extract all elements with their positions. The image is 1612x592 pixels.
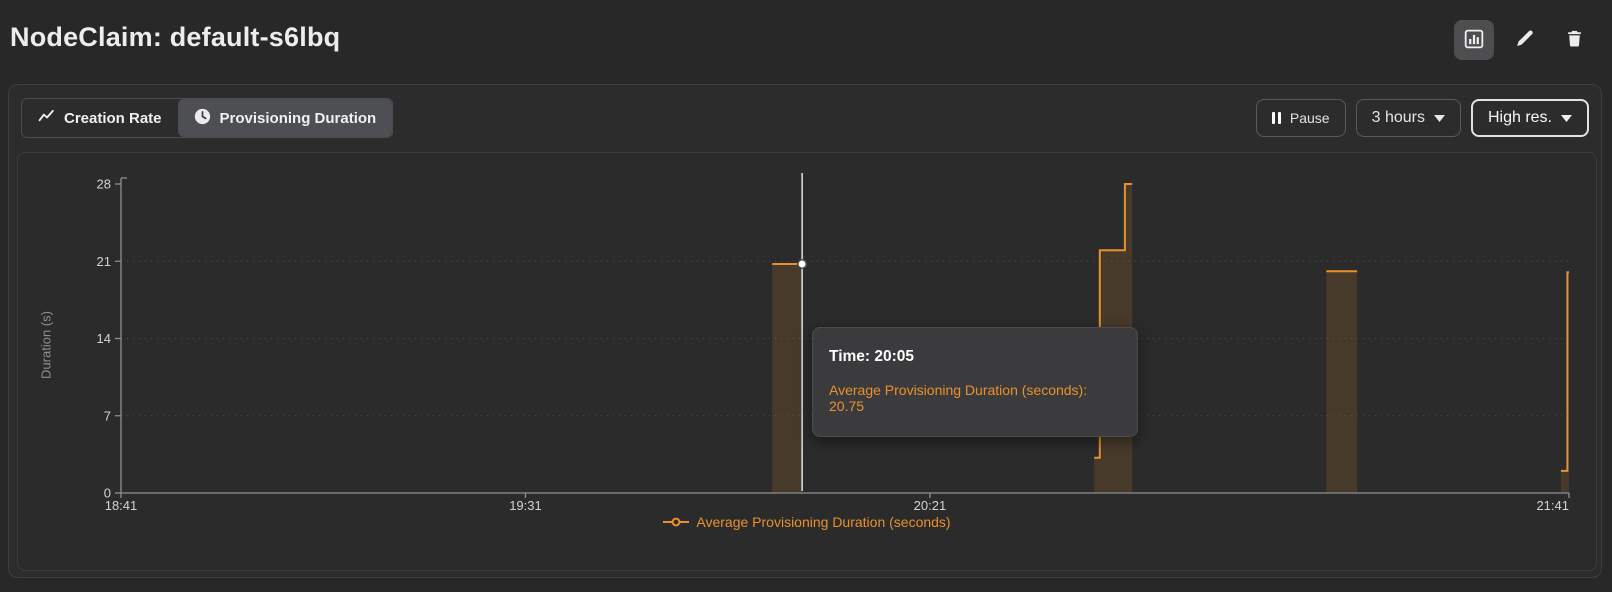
line-chart-icon <box>38 108 55 129</box>
trash-icon <box>1565 29 1584 51</box>
delete-button[interactable] <box>1554 20 1594 60</box>
y-axis-tick-label: 14 <box>97 331 111 346</box>
resolution-value: High res. <box>1488 109 1552 127</box>
tab-label: Creation Rate <box>64 110 162 127</box>
provisioning-duration-chart[interactable]: 0714212818:4119:3120:2121:41 <box>18 153 1596 570</box>
pencil-icon <box>1514 29 1534 52</box>
header-actions <box>1454 20 1594 60</box>
clock-icon <box>194 108 211 129</box>
legend-marker-icon <box>663 514 689 530</box>
y-axis-tick-label: 28 <box>97 177 111 192</box>
page-header: NodeClaim: default-s6lbq <box>0 0 1612 84</box>
x-axis-tick-label: 21:41 <box>1536 498 1569 513</box>
chevron-down-icon <box>1434 109 1445 127</box>
series-line <box>1561 272 1569 471</box>
resolution-select[interactable]: High res. <box>1471 99 1589 137</box>
chart-area[interactable]: 0714212818:4119:3120:2121:41 Duration (s… <box>17 152 1597 571</box>
time-range-value: 3 hours <box>1372 109 1425 127</box>
y-axis-title: Duration (s) <box>39 311 54 379</box>
bar-chart-icon <box>1464 29 1484 52</box>
chart-view-button[interactable] <box>1454 20 1494 60</box>
pause-icon <box>1272 112 1281 124</box>
legend-label: Average Provisioning Duration (seconds) <box>696 514 950 530</box>
pause-button[interactable]: Pause <box>1256 99 1346 137</box>
chart-toolbar: Creation Rate Provisioning Duration Paus… <box>9 85 1601 151</box>
tab-label: Provisioning Duration <box>220 110 377 127</box>
x-axis-tick-label: 19:31 <box>509 498 542 513</box>
y-axis-tick-label: 7 <box>104 408 111 423</box>
chart-legend[interactable]: Average Provisioning Duration (seconds) <box>18 514 1596 530</box>
tooltip-series-value: Average Provisioning Duration (seconds):… <box>829 382 1121 414</box>
hover-point-marker <box>798 260 806 268</box>
chart-tooltip: Time: 20:05 Average Provisioning Duratio… <box>812 327 1138 437</box>
tooltip-time: Time: 20:05 <box>829 348 1121 366</box>
tab-creation-rate[interactable]: Creation Rate <box>22 99 178 137</box>
chevron-down-icon <box>1561 109 1572 127</box>
nodeclaim-detail-page: NodeClaim: default-s6lbq <box>0 0 1612 592</box>
time-range-select[interactable]: 3 hours <box>1356 99 1461 137</box>
chart-tabs: Creation Rate Provisioning Duration <box>21 98 393 138</box>
series-area-fill <box>1326 271 1357 493</box>
chart-panel: Creation Rate Provisioning Duration Paus… <box>8 84 1602 578</box>
x-axis-tick-label: 18:41 <box>105 498 138 513</box>
series-area-fill <box>772 264 802 493</box>
edit-button[interactable] <box>1504 20 1544 60</box>
x-axis-tick-label: 20:21 <box>914 498 947 513</box>
y-axis-tick-label: 21 <box>97 254 111 269</box>
tab-provisioning-duration[interactable]: Provisioning Duration <box>178 99 393 137</box>
pause-button-label: Pause <box>1290 110 1330 126</box>
page-title: NodeClaim: default-s6lbq <box>10 22 340 53</box>
chart-controls: Pause 3 hours High res. <box>1256 99 1589 137</box>
